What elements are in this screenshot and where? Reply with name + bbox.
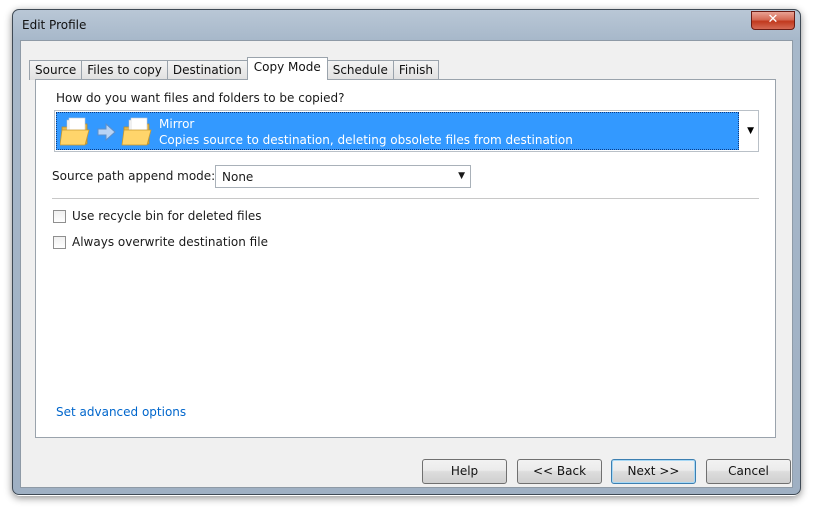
overwrite-checkbox[interactable] — [53, 235, 66, 249]
copy-mode-selected-item[interactable]: Mirror Copies source to destination, del… — [56, 112, 739, 150]
recycle-bin-option[interactable]: Use recycle bin for deleted files — [53, 209, 262, 223]
section-divider — [52, 198, 759, 199]
copy-mode-description: Copies source to destination, deleting o… — [159, 133, 573, 147]
folder-to-folder-icon — [60, 117, 152, 146]
copy-mode-select[interactable]: Mirror Copies source to destination, del… — [54, 110, 759, 152]
close-button[interactable]: ✕ — [751, 11, 795, 30]
cancel-button[interactable]: Cancel — [706, 459, 791, 484]
recycle-bin-checkbox[interactable] — [53, 209, 66, 223]
tab-copy-mode[interactable]: Copy Mode — [246, 57, 328, 80]
recycle-bin-label: Use recycle bin for deleted files — [72, 209, 262, 223]
overwrite-option[interactable]: Always overwrite destination file — [53, 235, 268, 249]
append-mode-label: Source path append mode: — [52, 169, 216, 183]
tab-source[interactable]: Source — [29, 60, 83, 80]
copy-mode-name: Mirror — [159, 117, 195, 131]
tab-finish[interactable]: Finish — [392, 60, 440, 80]
advanced-options-link[interactable]: Set advanced options — [56, 405, 186, 419]
overwrite-label: Always overwrite destination file — [72, 235, 268, 249]
dropdown-arrow-icon[interactable]: ▼ — [458, 171, 465, 181]
tab-strip: Source Files to copy Destination Copy Mo… — [29, 57, 440, 80]
dropdown-arrow-icon[interactable]: ▼ — [747, 126, 754, 136]
next-button[interactable]: Next >> — [611, 459, 696, 484]
tab-destination[interactable]: Destination — [166, 60, 248, 80]
tab-schedule[interactable]: Schedule — [326, 60, 394, 80]
window-title: Edit Profile — [22, 18, 87, 32]
tab-files-to-copy[interactable]: Files to copy — [81, 60, 168, 80]
copy-mode-question: How do you want files and folders to be … — [56, 91, 345, 105]
append-mode-value: None — [222, 170, 254, 184]
back-button[interactable]: << Back — [517, 459, 602, 484]
append-mode-select[interactable]: None ▼ — [215, 165, 471, 188]
help-button[interactable]: Help — [422, 459, 507, 484]
